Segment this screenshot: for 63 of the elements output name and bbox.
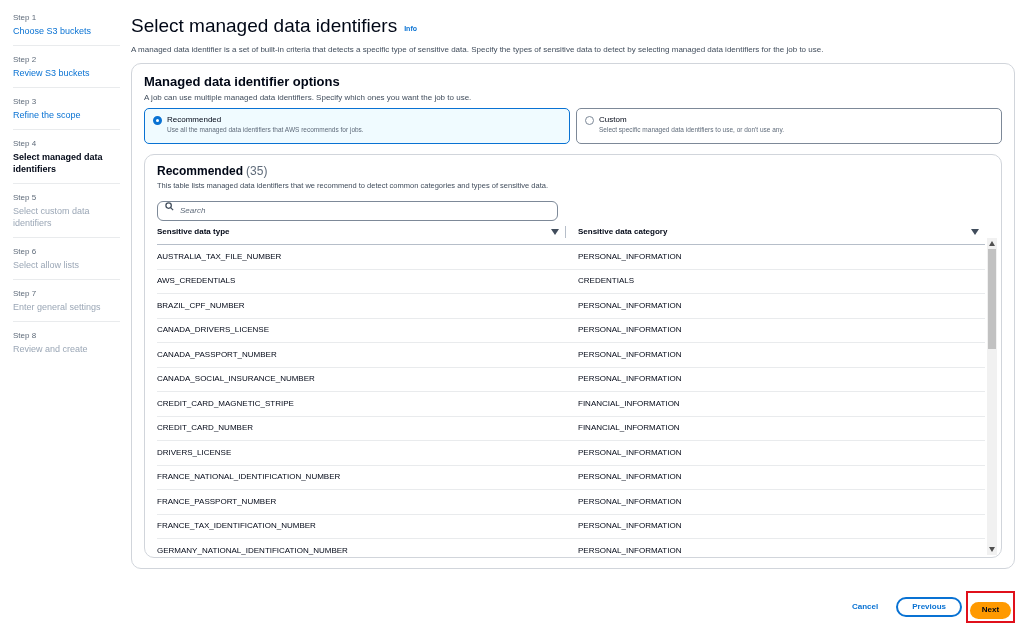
table-cell-text: BRAZIL_CPF_NUMBER (157, 299, 246, 312)
table-cell-text: CANADA_SOCIAL_INSURANCE_NUMBER (157, 373, 316, 386)
step-label: Enter general settings (13, 301, 102, 313)
step-label[interactable]: Choose S3 buckets (13, 25, 120, 37)
cancel-button[interactable]: Cancel (847, 601, 883, 613)
sort-caret-icon[interactable] (551, 228, 559, 235)
next-button[interactable]: Next (970, 601, 1011, 619)
sort-caret-icon[interactable] (971, 228, 979, 235)
search-icon (165, 201, 174, 211)
page-description: A managed data identifier is a set of built-in criteria that detects a specific type of sensitive data. Specify the types of sensitive data to detect by selecting managed data identifiers for the job to use. (131, 44, 825, 55)
page-title: Select managed data identifiers (131, 14, 398, 38)
table-cell-text: FINANCIAL_INFORMATION (577, 422, 681, 435)
section-title: Managed data identifier options (144, 74, 341, 90)
table-cell-text: PERSONAL_INFORMATION (577, 471, 683, 484)
step-number: Step 4 (13, 138, 38, 149)
column-header[interactable]: Sensitive data type (157, 225, 230, 238)
step-number: Step 1 (13, 12, 38, 23)
table-cell-text: PERSONAL_INFORMATION (577, 250, 683, 263)
table-cell-text: PERSONAL_INFORMATION (577, 520, 683, 533)
table-cell-text: PERSONAL_INFORMATION (577, 495, 683, 508)
step-number: Step 5 (13, 192, 38, 203)
radio-label: Recommended (167, 114, 223, 125)
table-cell-text: CREDENTIALS (577, 275, 635, 288)
table-count: (35) (246, 163, 268, 179)
table-cell-text: FINANCIAL_INFORMATION (577, 397, 681, 410)
section-description: A job can use multiple managed data identifiers. Specify which ones you want the job to use. (144, 92, 473, 103)
table-cell-text: FRANCE_NATIONAL_IDENTIFICATION_NUMBER (157, 471, 342, 484)
table-cell-text: PERSONAL_INFORMATION (577, 446, 683, 459)
step-label: Review and create (13, 343, 89, 355)
step-label: Select custom data identifiers (13, 205, 91, 229)
table-cell-text: CREDIT_CARD_NUMBER (157, 422, 254, 435)
table-cell-text: CANADA_PASSPORT_NUMBER (157, 348, 278, 361)
table-cell-text: PERSONAL_INFORMATION (577, 373, 683, 386)
scroll-up-icon[interactable] (989, 241, 995, 246)
table-cell-text: FRANCE_PASSPORT_NUMBER (157, 495, 278, 508)
table-cell-text: AWS_CREDENTIALS (157, 275, 237, 288)
step-number: Step 8 (13, 330, 38, 341)
radio-icon[interactable] (153, 116, 162, 125)
table-cell-text: AUSTRALIA_TAX_FILE_NUMBER (157, 250, 283, 263)
step-number: Step 7 (13, 288, 38, 299)
step-label: Select allow lists (13, 259, 81, 271)
table-cell-text: PERSONAL_INFORMATION (577, 299, 683, 312)
table-cell-text: DRIVERS_LICENSE (157, 446, 233, 459)
table-cell-text: CREDIT_CARD_MAGNETIC_STRIPE (157, 397, 295, 410)
scroll-down-icon[interactable] (989, 547, 995, 552)
table-cell-text: CANADA_DRIVERS_LICENSE (157, 324, 271, 337)
table-cell-text: PERSONAL_INFORMATION (577, 544, 683, 557)
step-number: Step 3 (13, 96, 38, 107)
step-label[interactable]: Refine the scope (13, 109, 120, 121)
table-cell-text: PERSONAL_INFORMATION (577, 324, 683, 337)
scrollbar[interactable] (987, 238, 997, 555)
radio-label: Custom (599, 114, 628, 125)
step-number: Step 2 (13, 54, 38, 65)
table-cell-text: GERMANY_NATIONAL_IDENTIFICATION_NUMBER (157, 544, 349, 557)
step-number: Step 6 (13, 246, 38, 257)
table-cell-text: PERSONAL_INFORMATION (577, 348, 683, 361)
table-title: Recommended (157, 163, 244, 179)
table-cell-text: FRANCE_TAX_IDENTIFICATION_NUMBER (157, 520, 317, 533)
previous-button[interactable]: Previous (896, 597, 962, 617)
search-field[interactable]: Search (157, 200, 558, 221)
column-header[interactable]: Sensitive data category (578, 225, 668, 238)
step-label: Select managed data identifiers (13, 151, 104, 175)
step-label[interactable]: Review S3 buckets (13, 67, 120, 79)
